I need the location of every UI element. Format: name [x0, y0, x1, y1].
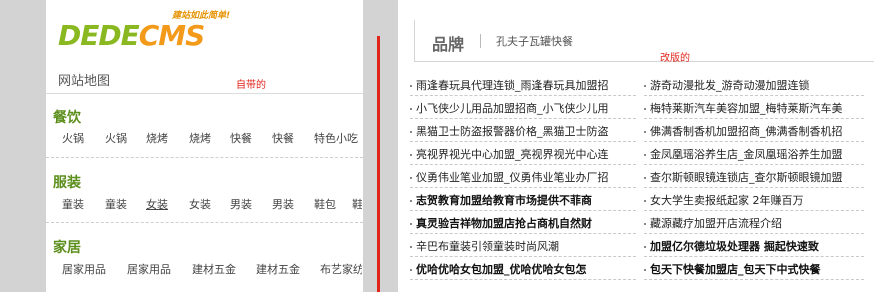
bullet-icon [410, 131, 412, 133]
list-item-text: 辛巴布童装引领童装时尚风潮 [416, 240, 559, 253]
list-item-text: 游奇动漫批发_游奇动漫加盟连锁 [650, 79, 810, 92]
category-title-catering[interactable]: 餐饮 [53, 107, 81, 127]
annotation-revised: 改版的 [660, 53, 690, 64]
red-divider-line [377, 36, 380, 292]
list-item-text: 藏源藏疗加盟开店流程介绍 [650, 217, 782, 230]
list-item[interactable]: 佛满香制香机加盟招商_佛满香制香机招 [644, 122, 864, 142]
divider [480, 34, 481, 48]
bullet-icon [644, 223, 646, 225]
category-item[interactable]: 特色小吃 [314, 130, 358, 146]
bullet-icon [644, 269, 646, 271]
list-item[interactable]: 黑猫卫士防盗报警器价格_黑猫卫士防盗 [410, 122, 636, 142]
category-item[interactable]: 鞋 [352, 196, 362, 212]
list-item[interactable]: 志贺教育加盟给教育市场提供不菲商 [410, 191, 636, 211]
category-item[interactable]: 火锅 [62, 130, 84, 146]
bullet-icon [644, 108, 646, 110]
category-items-catering: 火锅 火锅 烧烤 烧烤 快餐 快餐 特色小吃 [62, 130, 362, 146]
category-item[interactable]: 居家用品 [62, 261, 106, 277]
bullet-icon [410, 85, 412, 87]
category-item[interactable]: 男装 [272, 196, 294, 212]
category-title-home[interactable]: 家居 [53, 237, 81, 257]
sitemap-title: 网站地图 [58, 74, 111, 89]
category-item[interactable]: 烧烤 [146, 130, 168, 146]
category-item[interactable]: 男装 [230, 196, 252, 212]
list-item-text: 真灵验吉祥物加盟店抢占商机自然财 [416, 217, 592, 230]
bullet-icon [644, 177, 646, 179]
list-item-text: 包天下快餐加盟店_包天下中式快餐 [650, 263, 821, 276]
list-item-text: 金凤凰瑶浴养生店_金凤凰瑶浴养生加盟 [650, 148, 843, 161]
list-item[interactable]: 游奇动漫批发_游奇动漫加盟连锁 [644, 76, 864, 96]
bullet-icon [644, 246, 646, 248]
list-item-text: 志贺教育加盟给教育市场提供不菲商 [416, 194, 592, 207]
bullet-icon [410, 223, 412, 225]
category-item[interactable]: 童装 [105, 196, 127, 212]
bullet-icon [410, 200, 412, 202]
list-item[interactable]: 藏源藏疗加盟开店流程介绍 [644, 214, 864, 234]
list-item[interactable]: 查尔斯顿眼镜连锁店_查尔斯顿眼镜加盟 [644, 168, 864, 188]
list-item[interactable]: 亮视界视光中心加盟_亮视界视光中心连 [410, 145, 636, 165]
bullet-icon [410, 108, 412, 110]
bullet-icon [644, 85, 646, 87]
list-item[interactable]: 仪勇伟业笔业加盟_仪勇伟业笔业办厂招 [410, 168, 636, 188]
bullet-icon [410, 246, 412, 248]
category-item[interactable]: 快餐 [272, 130, 294, 146]
brand-link[interactable]: 孔夫子瓦罐快餐 [496, 33, 573, 49]
list-item[interactable]: 雨逢春玩具代理连锁_雨逢春玩具加盟招 [410, 76, 636, 96]
category-item[interactable]: 居家用品 [127, 261, 171, 277]
divider [46, 157, 363, 159]
category-items-home: 居家用品 居家用品 建材五金 建材五金 布艺家纺 [62, 261, 362, 277]
list-item[interactable]: 真灵验吉祥物加盟店抢占商机自然财 [410, 214, 636, 234]
list-item-text: 黑猫卫士防盗报警器价格_黑猫卫士防盗 [416, 125, 609, 138]
list-item[interactable]: 女大学生卖报纸起家 2年赚百万 [644, 191, 864, 211]
bullet-icon [410, 154, 412, 156]
divider [46, 93, 363, 94]
list-item[interactable]: 包天下快餐加盟店_包天下中式快餐 [644, 260, 864, 280]
list-item-text: 梅特莱斯汽车美容加盟_梅特莱斯汽车美 [650, 102, 843, 115]
list-item-text: 仪勇伟业笔业加盟_仪勇伟业笔业办厂招 [416, 171, 609, 184]
category-items-clothing: 童装 童装 女装 女装 男装 男装 鞋包 鞋 [62, 196, 362, 212]
logo-part2: CMS [138, 19, 206, 52]
list-item[interactable]: 加盟亿尔德垃圾处理器 掘起快速致 [644, 237, 864, 257]
logo-slogan: 建站如此简单! [172, 11, 231, 21]
brand-title: 品牌 [432, 35, 465, 54]
annotation-builtin: 自带的 [236, 80, 266, 91]
category-item[interactable]: 快餐 [230, 130, 252, 146]
list-item[interactable]: 优哈优哈女包加盟_优哈优哈女包怎 [410, 260, 636, 280]
list-item[interactable]: 辛巴布童装引领童装时尚风潮 [410, 237, 636, 257]
list-item-text: 佛满香制香机加盟招商_佛满香制香机招 [650, 125, 843, 138]
category-item[interactable]: 女装 [146, 196, 168, 212]
category-item[interactable]: 火锅 [105, 130, 127, 146]
list-item[interactable]: 金凤凰瑶浴养生店_金凤凰瑶浴养生加盟 [644, 145, 864, 165]
bullet-icon [644, 154, 646, 156]
dedecms-logo[interactable]: DEDECMS [58, 19, 206, 52]
bullet-icon [410, 269, 412, 271]
list-item-text: 优哈优哈女包加盟_优哈优哈女包怎 [416, 263, 587, 276]
category-item[interactable]: 烧烤 [189, 130, 211, 146]
bullet-icon [644, 131, 646, 133]
bullet-icon [410, 177, 412, 179]
divider [46, 222, 363, 224]
list-item[interactable]: 梅特莱斯汽车美容加盟_梅特莱斯汽车美 [644, 99, 864, 119]
list-item-text: 加盟亿尔德垃圾处理器 掘起快速致 [650, 240, 819, 253]
list-item-text: 女大学生卖报纸起家 2年赚百万 [650, 194, 804, 207]
category-item[interactable]: 女装 [189, 196, 211, 212]
bullet-icon [644, 200, 646, 202]
category-item[interactable]: 建材五金 [192, 261, 236, 277]
list-item-text: 亮视界视光中心加盟_亮视界视光中心连 [416, 148, 609, 161]
logo-part1: DEDE [58, 19, 140, 52]
category-item[interactable]: 童装 [62, 196, 84, 212]
list-item-text: 小飞侠少儿用品加盟招商_小飞侠少儿用 [416, 102, 609, 115]
category-title-clothing[interactable]: 服装 [53, 172, 81, 192]
list-item[interactable]: 小飞侠少儿用品加盟招商_小飞侠少儿用 [410, 99, 636, 119]
list-item-text: 查尔斯顿眼镜连锁店_查尔斯顿眼镜加盟 [650, 171, 843, 184]
category-item[interactable]: 布艺家纺 [320, 261, 362, 277]
brand-header-box [414, 20, 874, 62]
category-item[interactable]: 鞋包 [314, 196, 336, 212]
category-item[interactable]: 建材五金 [256, 261, 300, 277]
list-item-text: 雨逢春玩具代理连锁_雨逢春玩具加盟招 [416, 79, 609, 92]
